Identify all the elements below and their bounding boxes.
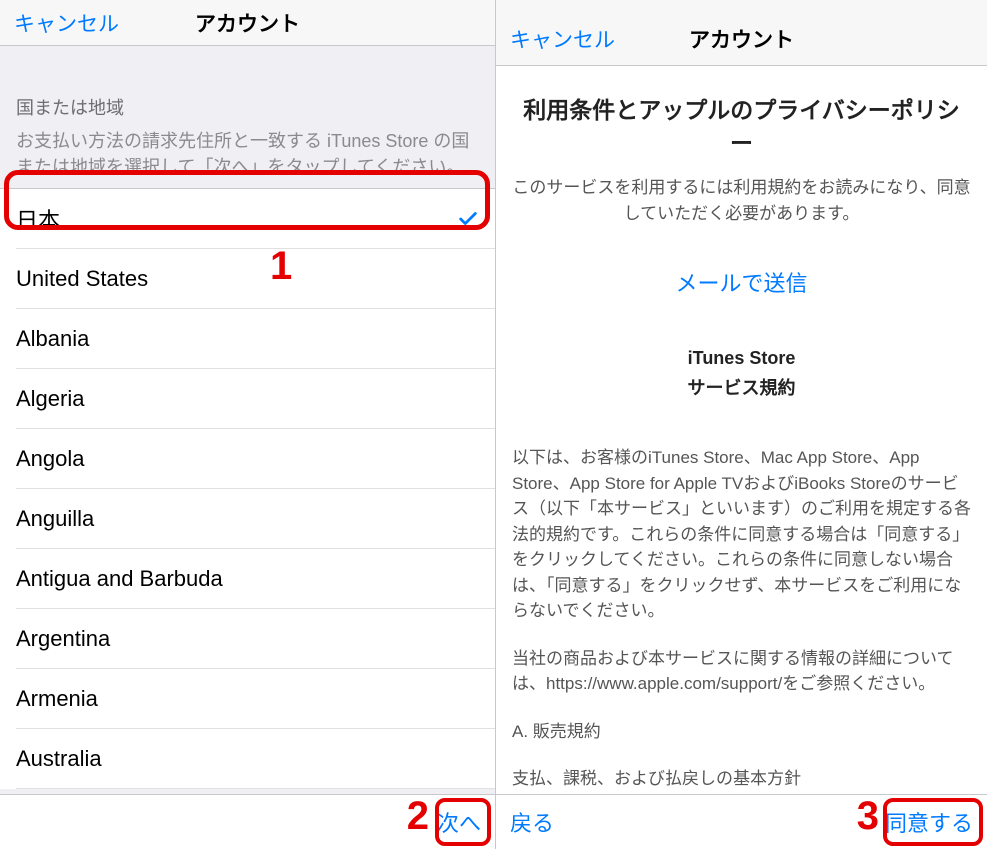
- country-row[interactable]: 日本: [0, 189, 495, 249]
- cancel-button[interactable]: キャンセル: [14, 8, 119, 38]
- section-header: 国または地域: [0, 46, 495, 128]
- country-row[interactable]: Algeria: [0, 369, 495, 429]
- country-label: 日本: [16, 203, 60, 235]
- cancel-button[interactable]: キャンセル: [510, 24, 615, 54]
- country-scroll[interactable]: 国または地域 お支払い方法の請求先住所と一致する iTunes Store の国…: [0, 46, 495, 794]
- country-label: United States: [16, 266, 148, 292]
- section-subtext: お支払い方法の請求先住所と一致する iTunes Store の国または地域を選…: [0, 128, 495, 188]
- terms-paragraph: 支払、課税、および払戻しの基本方針: [512, 766, 971, 792]
- country-label: Angola: [16, 446, 85, 472]
- header-left: キャンセル アカウント: [0, 0, 495, 46]
- country-label: Algeria: [16, 386, 84, 412]
- country-row[interactable]: Australia: [0, 729, 495, 789]
- terms-paragraph: 以下は、お客様のiTunes Store、Mac App Store、App S…: [512, 445, 971, 624]
- country-label: Antigua and Barbuda: [16, 566, 223, 592]
- country-label: Albania: [16, 326, 89, 352]
- country-row[interactable]: Antigua and Barbuda: [0, 549, 495, 609]
- country-row[interactable]: Armenia: [0, 669, 495, 729]
- next-button[interactable]: 次へ: [437, 806, 481, 838]
- agree-button[interactable]: 同意する: [885, 806, 973, 838]
- country-row[interactable]: Argentina: [0, 609, 495, 669]
- terms-intro: このサービスを利用するには利用規約をお読みになり、同意していただく必要があります…: [512, 175, 971, 228]
- country-row[interactable]: Angola: [0, 429, 495, 489]
- send-by-mail-button[interactable]: メールで送信: [512, 267, 971, 301]
- country-label: Australia: [16, 746, 102, 772]
- country-list: 日本 United States Albania Algeria Angola …: [0, 188, 495, 789]
- terms-title: 利用条件とアップルのプライバシーポリシー: [512, 94, 971, 161]
- page-title: アカウント: [689, 24, 794, 54]
- country-row[interactable]: Albania: [0, 309, 495, 369]
- country-label: Armenia: [16, 686, 98, 712]
- store-heading: iTunes Store: [512, 345, 971, 373]
- terms-scroll[interactable]: 利用条件とアップルのプライバシーポリシー このサービスを利用するには利用規約をお…: [496, 66, 987, 794]
- country-row[interactable]: United States: [0, 249, 495, 309]
- store-subheading: サービス規約: [512, 375, 971, 403]
- header-right: キャンセル アカウント: [496, 0, 987, 66]
- country-pane: キャンセル アカウント 国または地域 お支払い方法の請求先住所と一致する iTu…: [0, 0, 496, 849]
- country-row[interactable]: Anguilla: [0, 489, 495, 549]
- back-button[interactable]: 戻る: [510, 806, 554, 838]
- terms-paragraph: A. 販売規約: [512, 719, 971, 745]
- page-title: アカウント: [195, 8, 300, 38]
- toolbar-right: 戻る 同意する: [496, 794, 987, 849]
- toolbar-left: 次へ: [0, 794, 495, 849]
- terms-paragraph: 当社の商品および本サービスに関する情報の詳細については、https://www.…: [512, 646, 971, 697]
- country-label: Argentina: [16, 626, 110, 652]
- check-icon: [457, 208, 479, 230]
- country-label: Anguilla: [16, 506, 94, 532]
- terms-pane: キャンセル アカウント 利用条件とアップルのプライバシーポリシー このサービスを…: [496, 0, 987, 849]
